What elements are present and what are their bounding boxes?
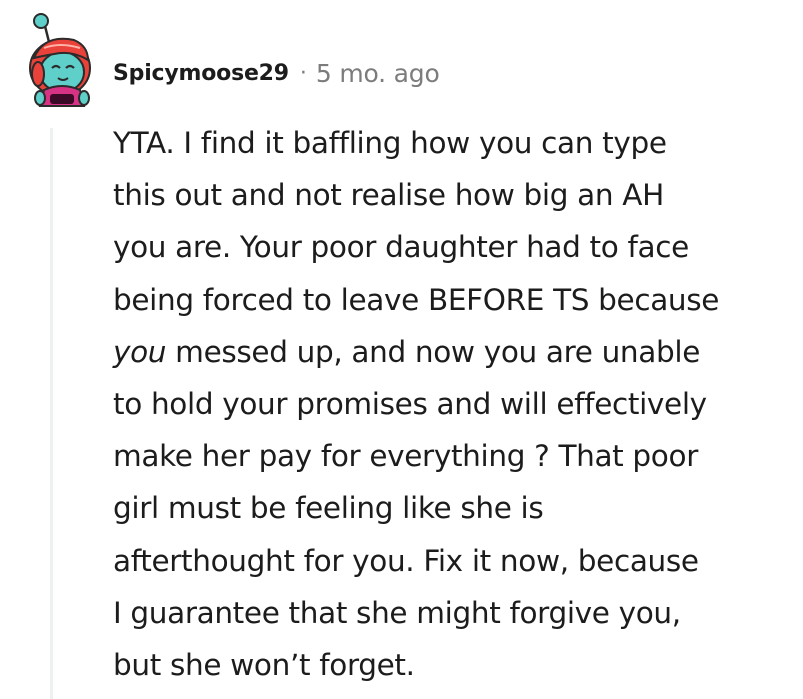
comment-body-line: you are. Your poor daughter had to face (113, 230, 689, 265)
comment-body-line: but she won’t forget. (113, 648, 415, 683)
comment-body-line: this out and not realise how big an AH (113, 178, 664, 213)
comment-body-line: girl must be feeling like she is (113, 491, 544, 526)
thread-line[interactable] (50, 128, 53, 699)
comment-timestamp[interactable]: 5 mo. ago (316, 59, 440, 88)
snoo-avatar-icon[interactable] (14, 12, 98, 108)
comment-body-line: to hold your promises and will effective… (113, 387, 707, 422)
comment-body: YTA. I find it baffling how you can type… (113, 117, 797, 691)
comment-body-line: YTA. I find it baffling how you can type (113, 126, 667, 160)
comment-body-line: afterthought for you. Fix it now, becaus… (113, 543, 699, 578)
comment-body-line: being forced to leave BEFORE TS because (113, 282, 720, 317)
meta-separator: · (299, 60, 307, 86)
comment-body-line: make her pay for everything ? That poor (113, 439, 698, 474)
comment-body-line: you messed up, and now you are unable (113, 326, 797, 378)
comment: Spicymoose29 · 5 mo. ago YTA. I find it … (0, 0, 803, 699)
comment-body-text: messed up, and now you are unable (166, 334, 701, 369)
emphasized-text: you (113, 334, 167, 369)
comment-meta: Spicymoose29 · 5 mo. ago (113, 56, 440, 90)
comment-body-line: I guarantee that she might forgive you, (113, 595, 681, 630)
author-username[interactable]: Spicymoose29 (113, 61, 289, 86)
